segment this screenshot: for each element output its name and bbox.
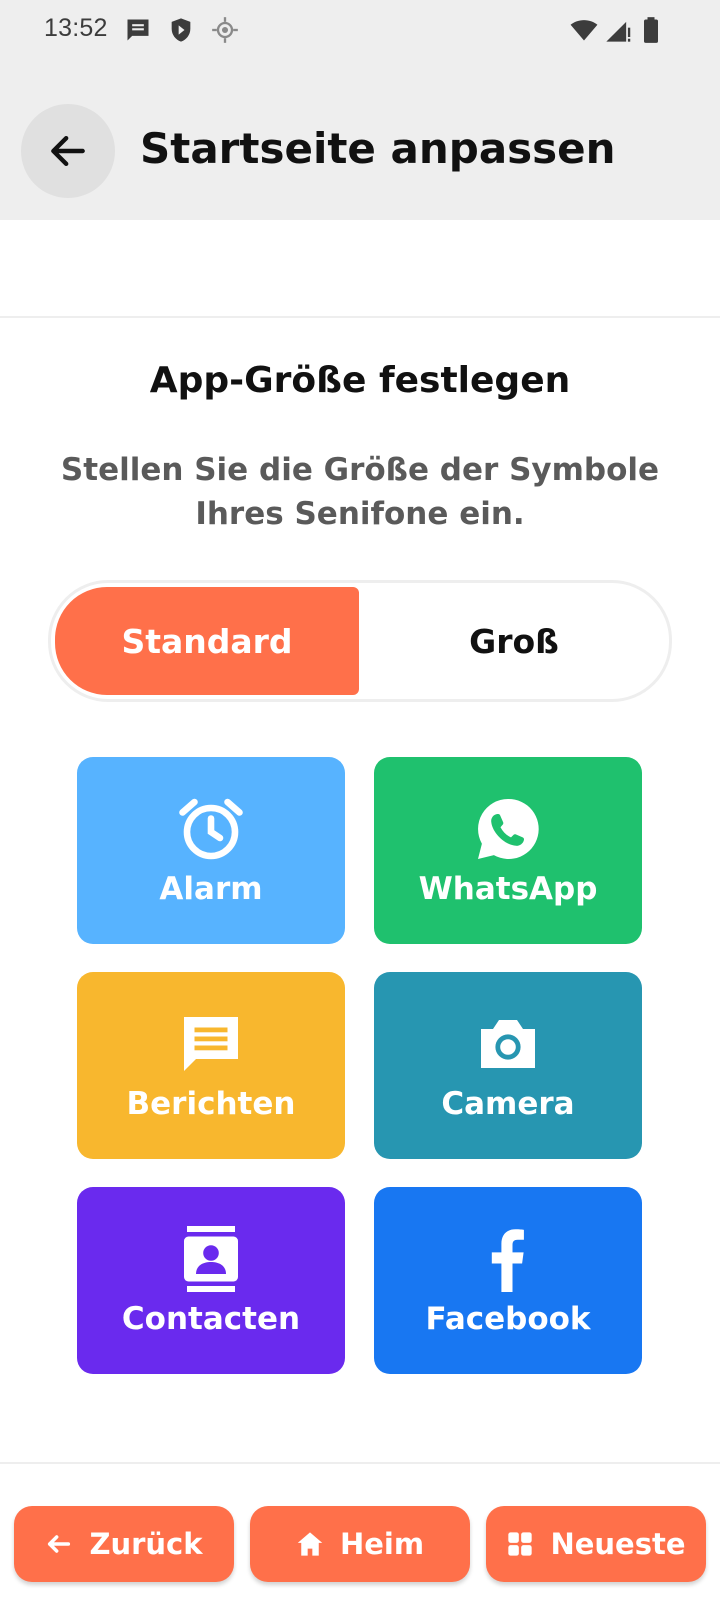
contact-card-icon (175, 1223, 247, 1295)
arrow-left-icon (46, 129, 90, 173)
app-tile-berichten[interactable]: Berichten (77, 972, 345, 1159)
app-tile-label: Facebook (425, 1301, 591, 1337)
nav-back-button[interactable]: Zurück (14, 1506, 234, 1582)
status-time: 13:52 (44, 14, 108, 42)
app-tile-label: Berichten (126, 1086, 296, 1122)
arrow-left-icon (45, 1530, 73, 1558)
divider (0, 316, 720, 318)
size-toggle: Standard Groß (48, 580, 672, 702)
nav-recent-label: Neueste (550, 1527, 686, 1561)
alarm-clock-icon (175, 793, 247, 865)
app-tile-contacten[interactable]: Contacten (77, 1187, 345, 1374)
facebook-icon (472, 1223, 544, 1295)
nav-home-label: Heim (339, 1527, 425, 1561)
app-tile-label: Camera (441, 1086, 575, 1122)
back-button[interactable] (21, 104, 115, 198)
app-tile-alarm[interactable]: Alarm (77, 757, 345, 944)
battery-icon (637, 16, 665, 44)
app-tile-facebook[interactable]: Facebook (374, 1187, 642, 1374)
home-icon (296, 1530, 324, 1558)
section-title: App-Größe festlegen (149, 360, 571, 401)
nav-recent-button[interactable]: Neueste (486, 1506, 706, 1582)
whatsapp-icon (472, 793, 544, 865)
status-bar: 13:52 (0, 0, 720, 62)
size-option-standard[interactable]: Standard (55, 587, 359, 695)
message-icon (124, 16, 152, 44)
app-tile-label: Alarm (159, 871, 263, 907)
location-icon (211, 16, 239, 44)
message-icon (175, 1008, 247, 1080)
size-option-gross[interactable]: Groß (363, 587, 665, 695)
shield-icon (167, 16, 195, 44)
signal-icon (604, 16, 632, 44)
camera-icon (472, 1008, 544, 1080)
nav-back-label: Zurück (89, 1527, 203, 1561)
app-tile-label: WhatsApp (418, 871, 598, 907)
app-tile-camera[interactable]: Camera (374, 972, 642, 1159)
app-tile-whatsapp[interactable]: WhatsApp (374, 757, 642, 944)
section-description: Stellen Sie die Größe der Symbole Ihres … (60, 452, 660, 532)
page-title: Startseite anpassen (140, 124, 616, 173)
top-app-area: 13:52 Startseite anpassen (0, 0, 720, 220)
divider (0, 1462, 720, 1464)
grid-icon (506, 1530, 534, 1558)
nav-home-button[interactable]: Heim (250, 1506, 470, 1582)
wifi-icon (570, 16, 598, 44)
app-tile-label: Contacten (121, 1301, 301, 1337)
